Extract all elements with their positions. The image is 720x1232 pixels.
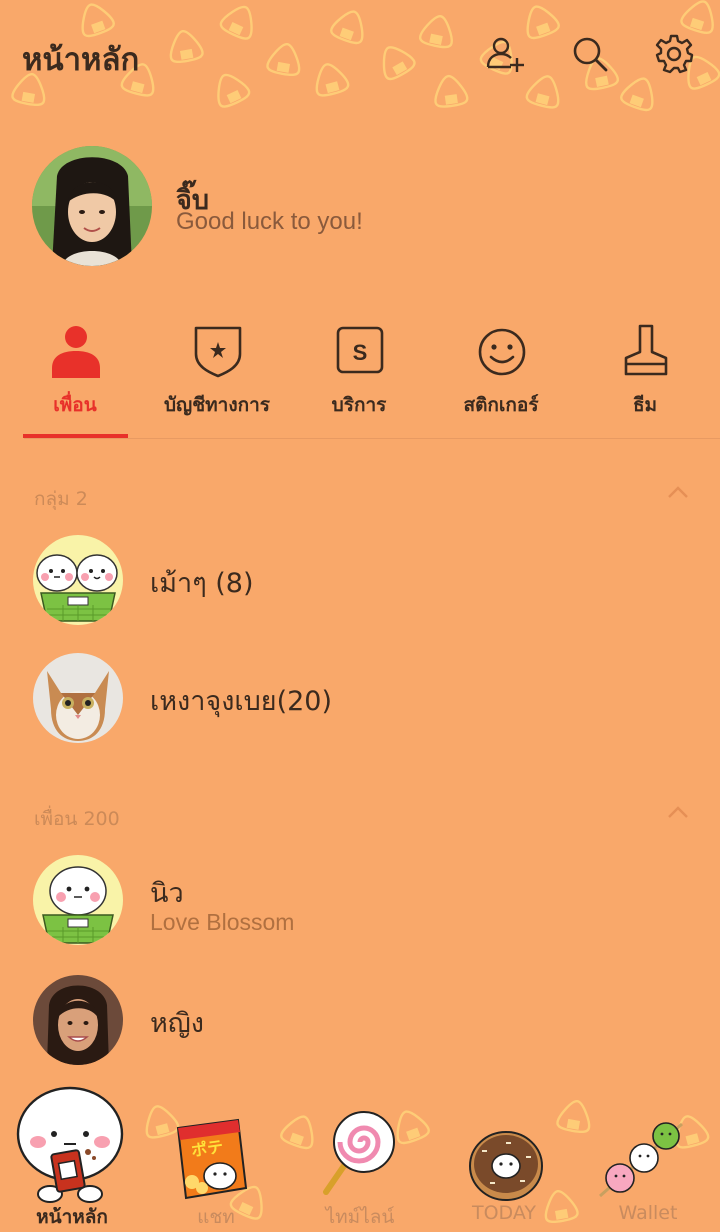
tab-friends[interactable]: เพื่อน	[3, 318, 147, 440]
top-header: หน้าหลัก	[0, 0, 720, 112]
friend-avatar	[33, 975, 123, 1065]
brush-icon	[624, 324, 668, 376]
tab-label: บัญชีทางการ	[164, 394, 270, 416]
shield-star-icon	[194, 326, 242, 378]
profile-status-message: Good luck to you!	[176, 208, 363, 235]
tab-themes[interactable]: ธีม	[573, 318, 717, 440]
nav-wallet[interactable]: Wallet	[576, 1080, 720, 1232]
friend-status-message: Love Blossom	[150, 909, 295, 935]
divider	[24, 438, 720, 439]
app-root: หน้าหลัก จิ๊บ Good luck to you! เพื่อน บ…	[0, 0, 720, 1232]
friend-row[interactable]: หญิง	[0, 975, 720, 1075]
group-avatar	[33, 653, 123, 743]
home-mascot-icon	[16, 1086, 124, 1203]
nav-chat[interactable]: ポテ แชท	[144, 1080, 288, 1232]
nav-label: TODAY	[472, 1202, 536, 1224]
chevron-up-icon[interactable]	[667, 805, 689, 819]
tab-official-accounts[interactable]: บัญชีทางการ	[145, 318, 289, 440]
tab-label: บริการ	[331, 394, 387, 416]
nav-label: Wallet	[618, 1202, 678, 1224]
chevron-up-icon[interactable]	[667, 485, 689, 499]
friend-avatar	[33, 855, 123, 945]
nav-label: ไทม์ไลน์	[325, 1206, 395, 1228]
tab-stickers[interactable]: สติกเกอร์	[429, 318, 573, 440]
service-s-icon: S	[336, 326, 384, 374]
lollipop-icon	[323, 1111, 395, 1195]
person-icon	[52, 326, 100, 378]
profile-photo[interactable]	[32, 146, 152, 266]
friends-section-header[interactable]: เพื่อน 200	[34, 804, 120, 834]
page-title: หน้าหลัก	[22, 42, 140, 78]
smiley-icon	[478, 328, 526, 376]
group-row[interactable]: เม้าๆ (8)	[0, 535, 720, 635]
tab-services[interactable]: S บริการ	[287, 318, 431, 440]
tab-label: เพื่อน	[53, 394, 97, 416]
tab-label: ธีม	[632, 394, 658, 416]
dango-icon	[599, 1122, 683, 1198]
group-name: เหงาจุงเบย(20)	[150, 686, 332, 717]
group-row[interactable]: เหงาจุงเบย(20)	[0, 653, 720, 753]
my-profile[interactable]: จิ๊บ Good luck to you!	[0, 140, 720, 270]
nav-home[interactable]: หน้าหลัก	[0, 1080, 144, 1232]
group-name: เม้าๆ (8)	[150, 568, 254, 599]
search-icon[interactable]	[570, 34, 610, 74]
tab-label: สติกเกอร์	[463, 394, 539, 416]
friend-name: หญิง	[150, 1008, 204, 1039]
add-friend-icon[interactable]	[485, 34, 525, 74]
friend-row[interactable]: นิว Love Blossom	[0, 855, 720, 955]
groups-section-header[interactable]: กลุ่ม 2	[34, 484, 88, 514]
bottom-navigation: หน้าหลัก ポテ แชท ไทม์ไลน์ TODAY Wallet	[0, 1080, 720, 1232]
group-avatar	[33, 535, 123, 625]
svg-text:S: S	[353, 340, 368, 365]
friend-name: นิว	[150, 878, 184, 909]
nav-today[interactable]: TODAY	[432, 1080, 576, 1232]
donut-icon	[469, 1131, 543, 1201]
nav-timeline[interactable]: ไทม์ไลน์	[288, 1080, 432, 1232]
category-tabs: เพื่อน บัญชีทางการ S บริการ สติกเกอร์ ธี…	[0, 318, 720, 440]
chips-bag-icon: ポテ	[176, 1118, 248, 1200]
settings-icon[interactable]	[654, 34, 694, 74]
nav-label: หน้าหลัก	[36, 1206, 108, 1228]
nav-label: แชท	[197, 1206, 235, 1228]
